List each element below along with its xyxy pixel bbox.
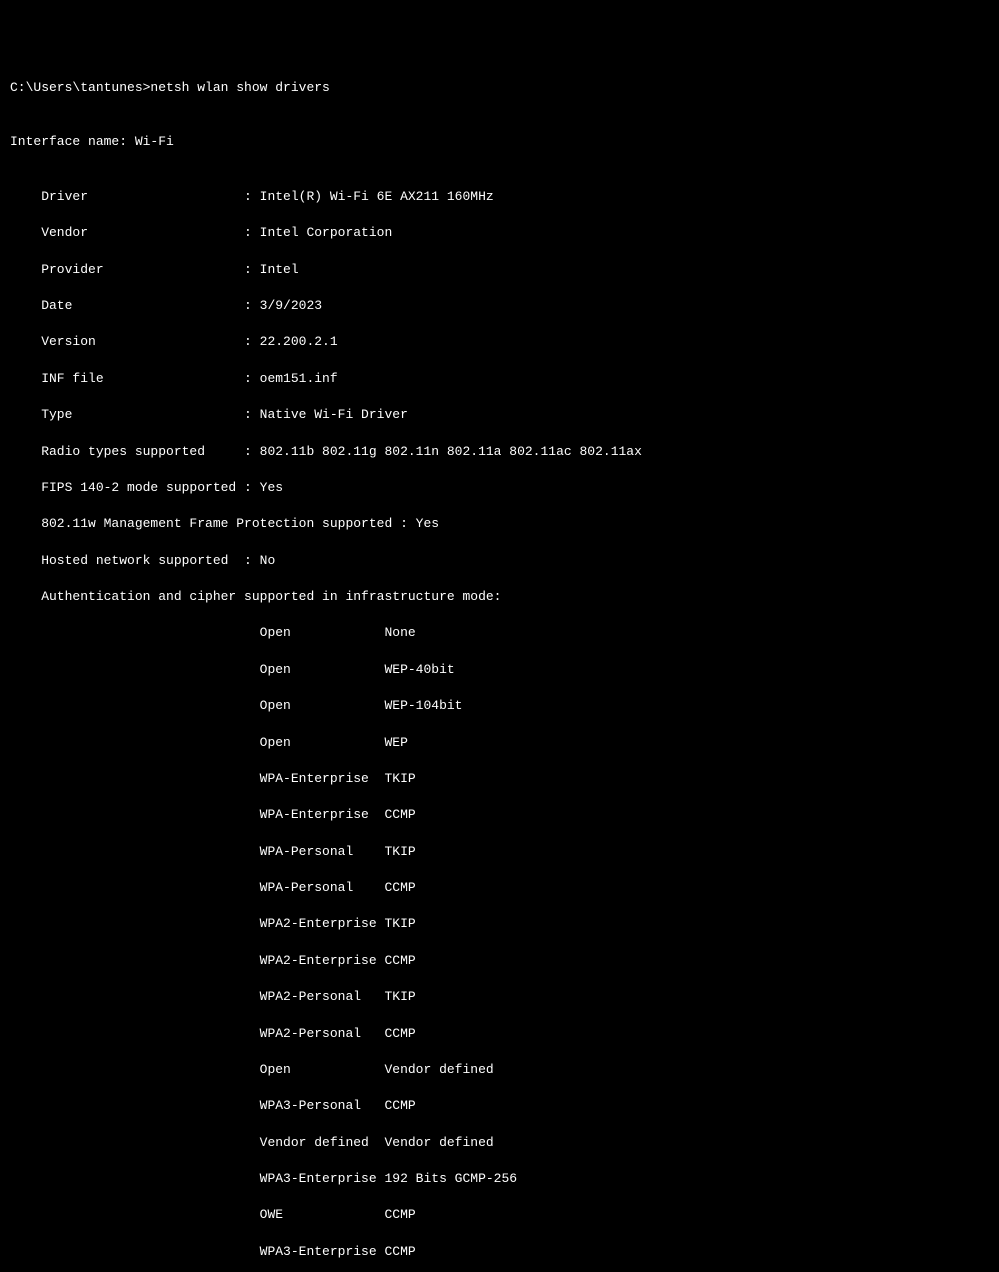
- auth-cipher-row: WPA-Personal TKIP: [10, 843, 989, 861]
- type-line: Type : Native Wi-Fi Driver: [10, 406, 989, 424]
- auth-cipher-header: Authentication and cipher supported in i…: [10, 588, 989, 606]
- auth-cipher-row: WPA-Personal CCMP: [10, 879, 989, 897]
- interface-name-line: Interface name: Wi-Fi: [10, 133, 989, 151]
- auth-cipher-row: WPA3-Enterprise CCMP: [10, 1243, 989, 1261]
- hosted-network-line: Hosted network supported : No: [10, 552, 989, 570]
- command-prompt-line: C:\Users\tantunes>netsh wlan show driver…: [10, 79, 989, 97]
- fips-line: FIPS 140-2 mode supported : Yes: [10, 479, 989, 497]
- radio-types-line: Radio types supported : 802.11b 802.11g …: [10, 443, 989, 461]
- auth-cipher-row: Open WEP-104bit: [10, 697, 989, 715]
- vendor-line: Vendor : Intel Corporation: [10, 224, 989, 242]
- auth-cipher-row: WPA2-Personal TKIP: [10, 988, 989, 1006]
- auth-cipher-row: WPA-Enterprise CCMP: [10, 806, 989, 824]
- driver-line: Driver : Intel(R) Wi-Fi 6E AX211 160MHz: [10, 188, 989, 206]
- auth-cipher-row: WPA2-Enterprise CCMP: [10, 952, 989, 970]
- date-line: Date : 3/9/2023: [10, 297, 989, 315]
- auth-cipher-row: WPA3-Personal CCMP: [10, 1097, 989, 1115]
- auth-cipher-row: WPA-Enterprise TKIP: [10, 770, 989, 788]
- auth-cipher-row: WPA2-Enterprise TKIP: [10, 915, 989, 933]
- auth-cipher-row: Open WEP-40bit: [10, 661, 989, 679]
- inf-file-line: INF file : oem151.inf: [10, 370, 989, 388]
- auth-cipher-row: Open None: [10, 624, 989, 642]
- auth-cipher-row: Open Vendor defined: [10, 1061, 989, 1079]
- auth-cipher-row: Vendor defined Vendor defined: [10, 1134, 989, 1152]
- auth-cipher-row: WPA3-Enterprise 192 Bits GCMP-256: [10, 1170, 989, 1188]
- auth-cipher-row: OWE CCMP: [10, 1206, 989, 1224]
- provider-line: Provider : Intel: [10, 261, 989, 279]
- mgmt-frame-line: 802.11w Management Frame Protection supp…: [10, 515, 989, 533]
- auth-cipher-row: Open WEP: [10, 734, 989, 752]
- auth-cipher-row: WPA2-Personal CCMP: [10, 1025, 989, 1043]
- version-line: Version : 22.200.2.1: [10, 333, 989, 351]
